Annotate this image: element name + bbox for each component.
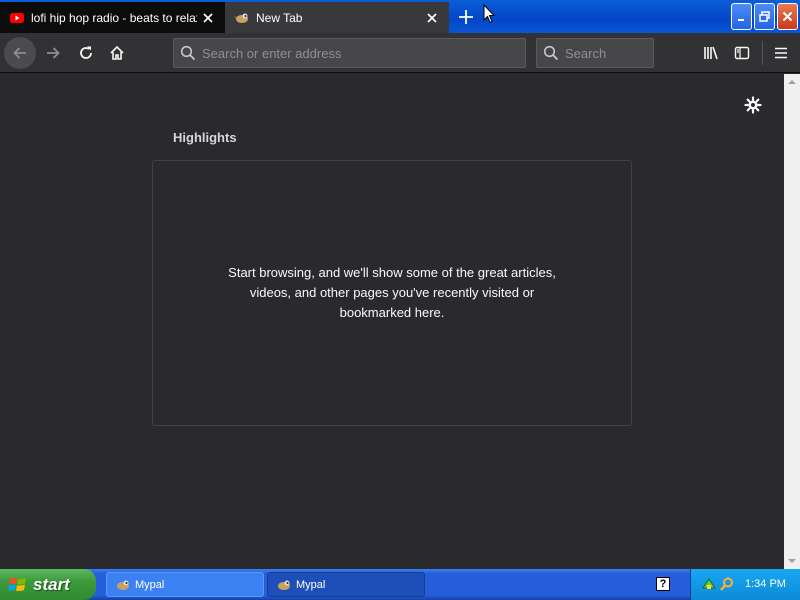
scroll-up-arrow-icon [788, 80, 796, 84]
plus-icon [459, 10, 473, 24]
new-tab-button[interactable] [452, 3, 480, 31]
reload-icon [80, 46, 92, 59]
tab-new-tab[interactable]: New Tab [225, 2, 449, 33]
scroll-down-button[interactable] [784, 553, 800, 569]
new-tab-page: Highlights Start browsing, and we'll sho… [0, 74, 784, 569]
tab-label: lofi hip hop radio - beats to relax/stud… [31, 10, 197, 25]
search-bar[interactable] [536, 38, 654, 68]
mypal-icon [234, 10, 250, 26]
highlights-empty-state: Start browsing, and we'll show some of t… [152, 160, 632, 426]
reload-button[interactable] [70, 37, 102, 69]
minimize-button[interactable] [731, 3, 752, 30]
windows-logo-icon [8, 577, 26, 591]
address-input[interactable] [202, 45, 525, 61]
youtube-icon [9, 10, 25, 26]
tab-lofi-hip-hop[interactable]: lofi hip hop radio - beats to relax/stud… [0, 2, 225, 33]
library-button[interactable] [695, 37, 727, 69]
minimize-icon [737, 18, 744, 21]
restore-icon [759, 11, 770, 22]
hamburger-menu-icon [775, 47, 787, 59]
home-button[interactable] [101, 37, 133, 69]
home-icon [110, 45, 124, 60]
close-icon [782, 11, 793, 22]
scroll-up-button[interactable] [784, 74, 800, 90]
navigation-toolbar [0, 33, 800, 73]
search-icon [174, 39, 202, 67]
forward-arrow-icon [47, 47, 60, 59]
taskbar-item-label: Mypal [135, 578, 165, 591]
clock: 1:34 PM [745, 578, 786, 590]
library-icon [704, 46, 718, 60]
highlights-heading: Highlights [173, 130, 237, 145]
taskbar-item-mypal-active[interactable]: Mypal [267, 572, 425, 597]
search-input[interactable] [565, 45, 653, 61]
search-icon [537, 39, 565, 67]
network-icon[interactable] [701, 576, 717, 597]
magnifier-icon[interactable] [719, 576, 735, 597]
mypal-icon [115, 577, 131, 593]
start-button[interactable]: start [0, 569, 96, 600]
address-bar[interactable] [173, 38, 526, 68]
forward-button[interactable] [37, 37, 69, 69]
mypal-icon [276, 577, 292, 593]
windows-taskbar: start Mypal Mypal ? 1:34 PM [0, 569, 800, 600]
mouse-cursor-icon [483, 3, 496, 29]
toolbar-divider [762, 41, 763, 65]
menu-button[interactable] [765, 37, 797, 69]
restore-button[interactable] [754, 3, 775, 30]
close-window-button[interactable] [777, 3, 798, 30]
scroll-down-arrow-icon [788, 559, 796, 563]
help-icon[interactable]: ? [656, 577, 670, 591]
tab-label: New Tab [256, 10, 303, 25]
settings-button[interactable] [742, 94, 764, 116]
taskbar-item-mypal[interactable]: Mypal [106, 572, 264, 597]
taskbar-item-label: Mypal [296, 578, 326, 591]
gear-icon [744, 96, 762, 114]
title-bar: lofi hip hop radio - beats to relax/stud… [0, 0, 800, 33]
back-button[interactable] [4, 37, 36, 69]
system-tray: 1:34 PM [690, 569, 800, 600]
sidebar-icon [734, 46, 750, 60]
vertical-scrollbar[interactable] [784, 74, 800, 569]
empty-state-message: Start browsing, and we'll show some of t… [228, 265, 556, 320]
close-tab-icon[interactable] [421, 7, 443, 29]
back-arrow-icon [13, 47, 26, 59]
sidebar-button[interactable] [726, 37, 758, 69]
close-tab-icon[interactable] [197, 7, 219, 29]
start-label: start [33, 574, 70, 594]
